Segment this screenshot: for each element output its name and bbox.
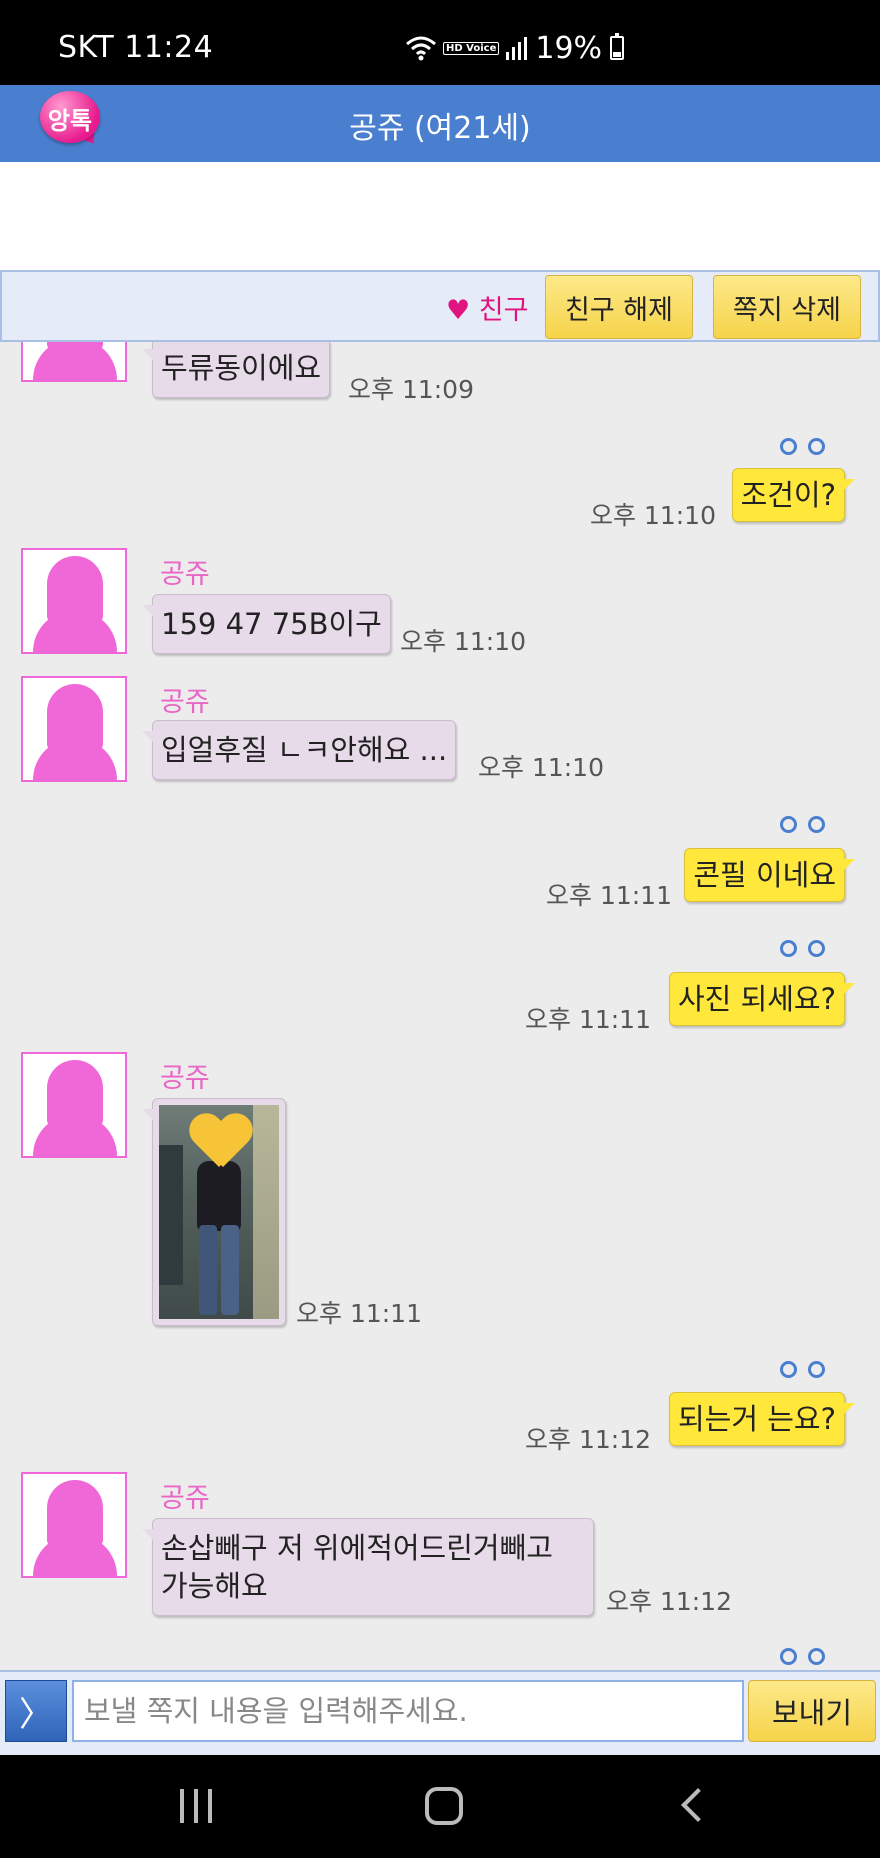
sender-name: 공쥬 (160, 1483, 210, 1514)
carrier-time: SKT 11:24 (58, 30, 214, 65)
avatar[interactable] (21, 676, 127, 782)
message-time: 오후 11:11 (546, 881, 672, 910)
status-icons: HD Voice 19% (405, 30, 625, 66)
incoming-message: 입얼후질 ㄴㅋ안해요 ... (141, 720, 457, 780)
message-time: 오후 11:11 (525, 1005, 651, 1034)
heart-emoji-icon (189, 1115, 253, 1175)
photo-thumbnail[interactable] (159, 1105, 279, 1319)
message-time: 오후 11:12 (525, 1425, 651, 1454)
read-receipt-icon (780, 940, 834, 958)
friend-action-bar: ♥ 친구 친구 해제 쪽지 삭제 (0, 270, 880, 342)
chat-title: 공쥬 (여21세) (349, 111, 531, 146)
friend-status-label: ♥ 친구 (446, 295, 529, 326)
message-time: 오후 11:09 (348, 375, 474, 404)
delete-messages-button[interactable]: 쪽지 삭제 (713, 275, 861, 339)
read-receipt-icon (780, 438, 834, 456)
avatar[interactable] (21, 548, 127, 654)
avatar[interactable] (21, 1472, 127, 1578)
sender-name: 공쥬 (160, 687, 210, 718)
incoming-message: 159 47 75B이구 (142, 594, 391, 654)
recent-apps-icon[interactable] (180, 1789, 216, 1823)
outgoing-message: 되는거 는요? (668, 1392, 856, 1446)
avatar[interactable] (21, 342, 127, 382)
photo-message[interactable] (142, 1098, 286, 1326)
message-time: 오후 11:10 (400, 627, 526, 656)
battery-icon (610, 33, 625, 60)
system-nav-bar (0, 1755, 880, 1858)
hd-voice-icon: HD Voice (443, 41, 500, 55)
message-time: 오후 11:10 (478, 753, 604, 782)
outgoing-message: 조건이? (731, 468, 856, 522)
message-input-bar: 〉 보내기 (0, 1670, 880, 1755)
unfriend-button[interactable]: 친구 해제 (545, 275, 693, 339)
read-receipt-icon (780, 816, 834, 834)
status-bar: SKT 11:24 HD Voice 19% (0, 0, 880, 85)
incoming-message: 두류동이에요 (141, 342, 331, 398)
send-button[interactable]: 보내기 (748, 1680, 876, 1742)
home-icon[interactable] (425, 1787, 463, 1825)
incoming-message: 손삽빼구 저 위에적어드린거빼고 가능해요 (142, 1518, 594, 1616)
message-time: 오후 11:10 (590, 501, 716, 530)
app-header: 앙톡 공쥬 (여21세) (0, 85, 880, 162)
message-input[interactable] (72, 1680, 744, 1742)
message-time: 오후 11:11 (296, 1299, 422, 1328)
sender-name: 공쥬 (160, 559, 210, 590)
sender-name: 공쥬 (160, 1063, 210, 1094)
message-line: 가능해요 (161, 1569, 268, 1603)
wifi-icon (406, 36, 436, 61)
back-icon[interactable] (681, 1788, 715, 1822)
read-receipt-icon (780, 1361, 834, 1379)
battery-percent: 19% (535, 30, 603, 66)
message-line: 손삽빼구 저 위에적어드린거빼고 (161, 1531, 553, 1565)
message-time: 오후 11:12 (606, 1587, 732, 1616)
outgoing-message: 사진 되세요? (668, 972, 856, 1026)
signal-icon (506, 37, 528, 60)
message-list[interactable]: 두류동이에요 오후 11:09 조건이? 오후 11:10 공쥬 159 47 … (0, 342, 880, 1670)
ad-banner-area (0, 162, 880, 270)
read-receipt-icon (780, 1648, 834, 1666)
avatar[interactable] (21, 1052, 127, 1158)
expand-icon[interactable]: 〉 (5, 1680, 67, 1742)
outgoing-message: 콘필 이네요 (684, 848, 855, 902)
